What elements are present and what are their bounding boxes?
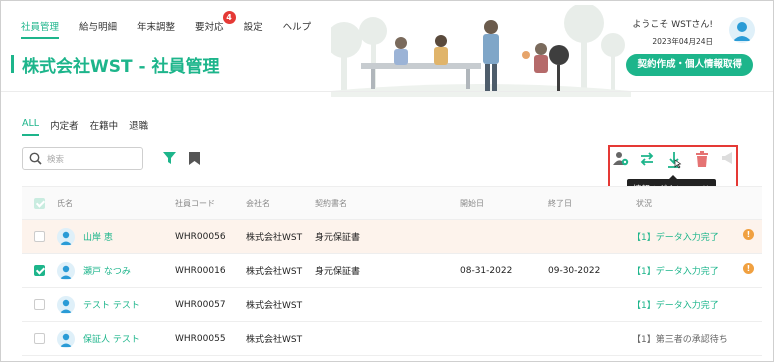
warning-icon[interactable]: !	[743, 263, 754, 274]
download-icon[interactable]	[666, 151, 682, 169]
person-icon	[60, 265, 72, 279]
avatar	[57, 295, 75, 314]
avatar	[57, 227, 75, 246]
user-avatar[interactable]	[729, 17, 755, 43]
nav-item-employee-management[interactable]: 社員管理	[21, 19, 60, 39]
status-text: 【1】データ入力完了	[632, 233, 719, 243]
title-accent-bar	[11, 55, 14, 73]
tab-retired[interactable]: 退職	[129, 118, 148, 136]
create-contract-button[interactable]: 契約作成・個人情報取得	[626, 54, 753, 76]
column-header-end: 終了日	[548, 198, 572, 208]
filter-icon[interactable]	[163, 152, 176, 165]
row-checkbox[interactable]	[34, 231, 45, 242]
table-row[interactable]: テスト テスト WHR00057 株式会社WST 【1】データ入力完了	[22, 288, 762, 322]
table-row[interactable]: 山岸 恵 WHR00056 株式会社WST 身元保証書 【1】データ入力完了 !	[22, 220, 762, 254]
row-checkbox[interactable]	[34, 265, 45, 276]
employee-name-link[interactable]: 山岸 恵	[83, 230, 113, 243]
app-window: 社員管理 給与明細 年末調整 要対応 4 設定 ヘルプ ようこそ WSTさん! …	[0, 0, 774, 362]
employee-name-link[interactable]: 保証人 テスト	[83, 332, 140, 345]
person-settings-icon[interactable]	[613, 151, 629, 167]
company-name: 株式会社WST	[246, 335, 303, 345]
divider	[1, 91, 773, 92]
swap-icon[interactable]	[639, 151, 655, 167]
employee-name-link[interactable]: 瀬戸 なつみ	[83, 264, 131, 277]
company-name: 株式会社WST	[246, 267, 303, 277]
search-box	[22, 147, 143, 170]
employee-code: WHR00016	[175, 265, 226, 276]
person-icon	[60, 333, 72, 347]
company-name: 株式会社WST	[246, 301, 303, 311]
person-icon	[60, 231, 72, 245]
column-header-code: 社員コード	[175, 198, 215, 208]
nav-item-action-required[interactable]: 要対応 4	[195, 11, 236, 39]
status-text: 【1】データ入力完了	[632, 267, 719, 277]
column-header-company: 会社名	[246, 198, 270, 208]
employee-name-link[interactable]: テスト テスト	[83, 298, 140, 311]
bookmark-icon[interactable]	[189, 152, 200, 165]
row-checkbox[interactable]	[34, 299, 45, 310]
tab-all[interactable]: ALL	[22, 118, 40, 136]
nav-item-payslips[interactable]: 給与明細	[79, 19, 117, 39]
search-icon	[29, 152, 42, 165]
welcome-text: ようこそ WSTさん!	[632, 20, 713, 30]
avatar	[57, 329, 75, 348]
status-text: 【1】データ入力完了	[632, 301, 719, 311]
table-row[interactable]: 保証人 テスト WHR00055 株式会社WST 【1】第三者の承認待ち	[22, 322, 762, 356]
notification-badge: 4	[222, 11, 236, 24]
table-row[interactable]: 瀬戸 なつみ WHR00016 株式会社WST 身元保証書 08-31-2022…	[22, 254, 762, 288]
welcome-block: ようこそ WSTさん! 2023年04月24日	[632, 17, 713, 47]
trash-icon[interactable]	[695, 151, 709, 167]
company-name: 株式会社WST	[246, 233, 303, 243]
column-header-contract: 契約書名	[315, 198, 347, 208]
nav-item-year-end-adjustment[interactable]: 年末調整	[137, 19, 175, 39]
employee-code: WHR00057	[175, 299, 226, 310]
user-avatar-icon	[733, 22, 751, 41]
end-date: 09-30-2022	[548, 265, 601, 276]
employee-table: 氏名 社員コード 会社名 契約書名 開始日 終了日 状況 山岸 恵 WHR000…	[22, 186, 762, 356]
filter-tabs: ALL 内定者 在籍中 退職	[22, 118, 159, 136]
start-date: 08-31-2022	[460, 265, 513, 276]
status-text: 【1】第三者の承認待ち	[632, 335, 728, 345]
nav-item-help[interactable]: ヘルプ	[283, 19, 312, 39]
warning-icon[interactable]: !	[743, 229, 754, 240]
header-illustration	[331, 5, 631, 97]
column-header-name: 氏名	[57, 198, 73, 208]
megaphone-icon[interactable]	[721, 151, 735, 165]
top-nav: 社員管理 給与明細 年末調整 要対応 4 設定 ヘルプ	[21, 11, 331, 39]
employee-code: WHR00055	[175, 333, 226, 344]
column-header-status: 状況	[636, 198, 652, 208]
tab-prospective[interactable]: 内定者	[50, 118, 79, 136]
contract-name: 身元保証書	[315, 267, 361, 277]
row-checkbox[interactable]	[34, 333, 45, 344]
column-header-start: 開始日	[460, 198, 484, 208]
nav-item-settings[interactable]: 設定	[244, 19, 263, 39]
table-header: 氏名 社員コード 会社名 契約書名 開始日 終了日 状況	[22, 186, 762, 220]
select-all-checkbox[interactable]	[34, 197, 45, 209]
employee-code: WHR00056	[175, 231, 226, 242]
search-input[interactable]	[47, 153, 127, 164]
page-title: 株式会社WST - 社員管理	[22, 57, 220, 77]
current-date: 2023年04月24日	[652, 37, 713, 46]
contract-name: 身元保証書	[315, 233, 361, 243]
tab-employed[interactable]: 在籍中	[90, 118, 119, 136]
person-icon	[60, 299, 72, 313]
avatar	[57, 261, 75, 280]
